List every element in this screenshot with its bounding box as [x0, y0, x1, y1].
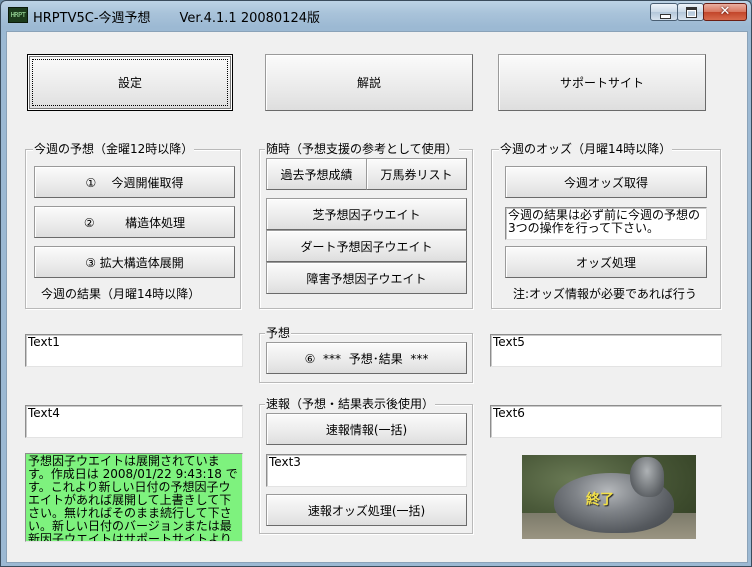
text5-field[interactable]: Text5 [490, 334, 722, 367]
weekly-results-label: 今週の結果（月曜14時以降） [41, 287, 201, 301]
window-title: HRPTV5C-今週予想 Ver.4.1.1 20080124版 [33, 11, 320, 26]
prediction-result-button[interactable]: ⑥ *** 予想･結果 *** [266, 342, 467, 374]
stone-head-image [630, 457, 664, 497]
text3-field[interactable]: Text3 [266, 454, 467, 487]
status-message: 予想因子ウエイトは展開されています。作成日は 2008/01/22 9:43:1… [25, 453, 243, 542]
maximize-icon [686, 7, 697, 18]
text6-field[interactable]: Text6 [490, 405, 722, 438]
title-bar[interactable]: HRPT HRPTV5C-今週予想 Ver.4.1.1 20080124版 ✕ [1, 1, 751, 31]
maximize-button[interactable] [677, 3, 704, 21]
turf-weights-button[interactable]: 芝予想因子ウエイト [266, 198, 467, 230]
explanation-button[interactable]: 解説 [265, 54, 473, 111]
support-site-button[interactable]: サポートサイト [498, 54, 706, 111]
flash-info-button[interactable]: 速報情報(一括) [266, 413, 467, 445]
minimize-button[interactable] [650, 3, 678, 21]
odds-note-label: 注:オッズ情報が必要であれば行う [513, 287, 697, 301]
flash-odds-button[interactable]: 速報オッズ処理(一括) [266, 494, 467, 526]
odds-warning-text: 今週の結果は必ず前に今週の予想の3つの操作を行って下さい。 [505, 207, 707, 240]
get-weekly-odds-button[interactable]: 今週オッズ取得 [505, 166, 707, 198]
minimize-icon [660, 14, 671, 19]
anytime-title: 随時（予想支援の参考として使用） [265, 142, 459, 156]
weekly-prediction-title: 今週の予想（金曜12時以降） [33, 142, 195, 156]
odds-process-button[interactable]: オッズ処理 [505, 246, 707, 278]
app-window: HRPT HRPTV5C-今週予想 Ver.4.1.1 20080124版 ✕ … [0, 0, 752, 567]
close-icon: ✕ [719, 4, 731, 19]
hurdle-weights-button[interactable]: 障害予想因子ウエイト [266, 262, 467, 294]
app-icon: HRPT [8, 7, 28, 23]
settings-button[interactable]: 設定 [27, 54, 233, 111]
big-payout-list-button[interactable]: 万馬券リスト [366, 158, 467, 190]
dirt-weights-button[interactable]: ダート予想因子ウエイト [266, 230, 467, 262]
close-button[interactable]: ✕ [703, 3, 747, 21]
prediction-title: 予想 [265, 326, 292, 340]
text4-field[interactable]: Text4 [25, 405, 243, 438]
exit-image-button[interactable]: 終了 [522, 455, 696, 539]
exit-label: 終了 [586, 492, 614, 508]
expand-structure-button[interactable]: ③ 拡大構造体展開 [34, 246, 235, 278]
text1-field[interactable]: Text1 [25, 334, 243, 367]
past-results-button[interactable]: 過去予想成績 [266, 158, 367, 190]
get-weekly-races-button[interactable]: ① 今週開催取得 [34, 166, 235, 198]
structure-process-button[interactable]: ② 構造体処理 [34, 206, 235, 238]
client-area: 設定 解説 サポートサイト 今週の予想（金曜12時以降） ① 今週開催取得 ② … [6, 31, 748, 563]
flash-title: 速報（予想・結果表示後使用） [265, 397, 436, 411]
weekly-odds-title: 今週のオッズ（月曜14時以降） [499, 142, 673, 156]
